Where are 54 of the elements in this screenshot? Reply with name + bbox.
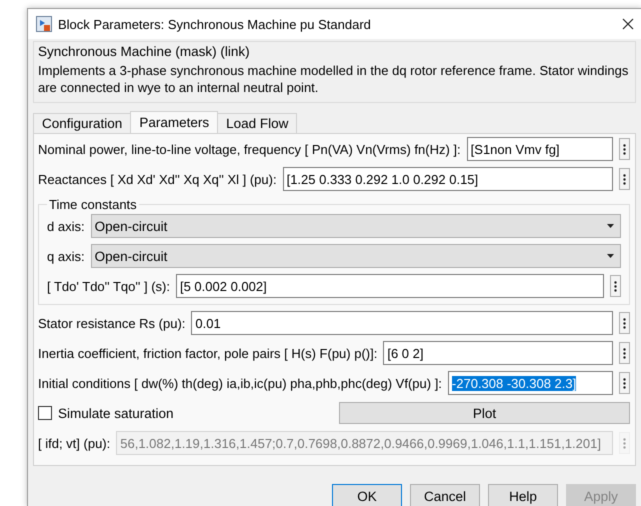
dropdown-label: d axis:: [47, 218, 85, 234]
close-icon[interactable]: [622, 18, 634, 30]
caret-icon: [607, 254, 614, 258]
dialog-button[interactable]: OK: [332, 484, 402, 506]
tab[interactable]: Parameters: [130, 111, 218, 133]
more-button[interactable]: [619, 138, 630, 160]
more-button[interactable]: [619, 342, 630, 364]
field-label: [ ifd; vt] (pu):: [38, 436, 110, 450]
field-label: Inertia coefficient, friction factor, pole pairs [ H(s) F(pu) p()]:: [38, 346, 378, 360]
window-title: Block Parameters: Synchronous Machine pu Standard: [58, 16, 372, 32]
dialog-button[interactable]: Cancel: [410, 484, 480, 506]
field-label: [ Tdo' Tdo'' Tqo'' ] (s):: [47, 278, 170, 294]
input-field[interactable]: [1.25 0.333 0.292 1.0 0.292 0.15]: [282, 167, 613, 191]
more-icon: [623, 348, 626, 358]
checkbox-label: Simulate saturation: [58, 406, 174, 420]
field-value: [5 0.002 0.002]: [180, 278, 267, 294]
group-title: Time constants: [48, 197, 138, 212]
plot-button[interactable]: Plot: [339, 402, 630, 424]
more-icon: [623, 174, 626, 184]
more-button[interactable]: [619, 312, 630, 334]
checkbox[interactable]: [38, 406, 52, 420]
tab[interactable]: Configuration: [33, 113, 132, 133]
dropdown[interactable]: Open-circuit: [90, 244, 621, 268]
field-value: 56,1.082,1.19,1.316,1.457;0.7,0.7698,0.8872,0.9466,0.9969,1.046,1.1,1.151,1.201]: [120, 436, 601, 450]
more-icon: [623, 318, 626, 328]
more-button[interactable]: [619, 372, 630, 394]
field-value: -270.308 -30.308 2.3]: [452, 376, 576, 390]
more-icon: [623, 378, 626, 388]
field-value: [1.25 0.333 0.292 1.0 0.292 0.15]: [286, 172, 478, 186]
input-field[interactable]: -270.308 -30.308 2.3]: [448, 371, 613, 395]
field-label: Initial conditions [ dw(%) th(deg) ia,ib,ic(pu) pha,phb,phc(deg) Vf(pu) ]:: [38, 376, 442, 390]
input-field[interactable]: [S1non Vmv fg]: [466, 137, 613, 161]
input-field[interactable]: [5 0.002 0.002]: [176, 274, 604, 298]
block-icon: [36, 16, 52, 32]
more-button[interactable]: [610, 275, 621, 297]
tab[interactable]: Load Flow: [217, 113, 298, 133]
dropdown[interactable]: Open-circuit: [90, 214, 621, 238]
field-label: Reactances [ Xd Xd' Xd'' Xq Xq'' Xl ] (pu):: [38, 172, 277, 186]
more-icon: [623, 438, 626, 448]
input-field[interactable]: 0.01: [191, 311, 613, 335]
more-icon: [623, 144, 626, 154]
more-icon: [614, 280, 617, 292]
description-text: Implements a 3-phase synchronous machine modelled in the dq rotor reference frame. Stator windings are connected in wye to an internal neutral point.: [38, 62, 630, 96]
caret-icon: [607, 224, 614, 228]
field-value: [S1non Vmv fg]: [470, 142, 560, 156]
field-label: Stator resistance Rs (pu):: [38, 316, 186, 330]
dialog-button[interactable]: Help: [488, 484, 558, 506]
input-field[interactable]: [6 0 2]: [383, 341, 613, 365]
field-value: [6 0 2]: [387, 346, 424, 360]
field-label: Nominal power, line-to-line voltage, frequency [ Pn(VA) Vn(Vrms) fn(Hz) ]:: [38, 142, 461, 156]
block-title: Synchronous Machine (mask) (link): [38, 44, 251, 59]
more-button[interactable]: [619, 168, 630, 190]
field-value: 0.01: [195, 316, 221, 330]
dropdown-label: q axis:: [47, 248, 85, 264]
